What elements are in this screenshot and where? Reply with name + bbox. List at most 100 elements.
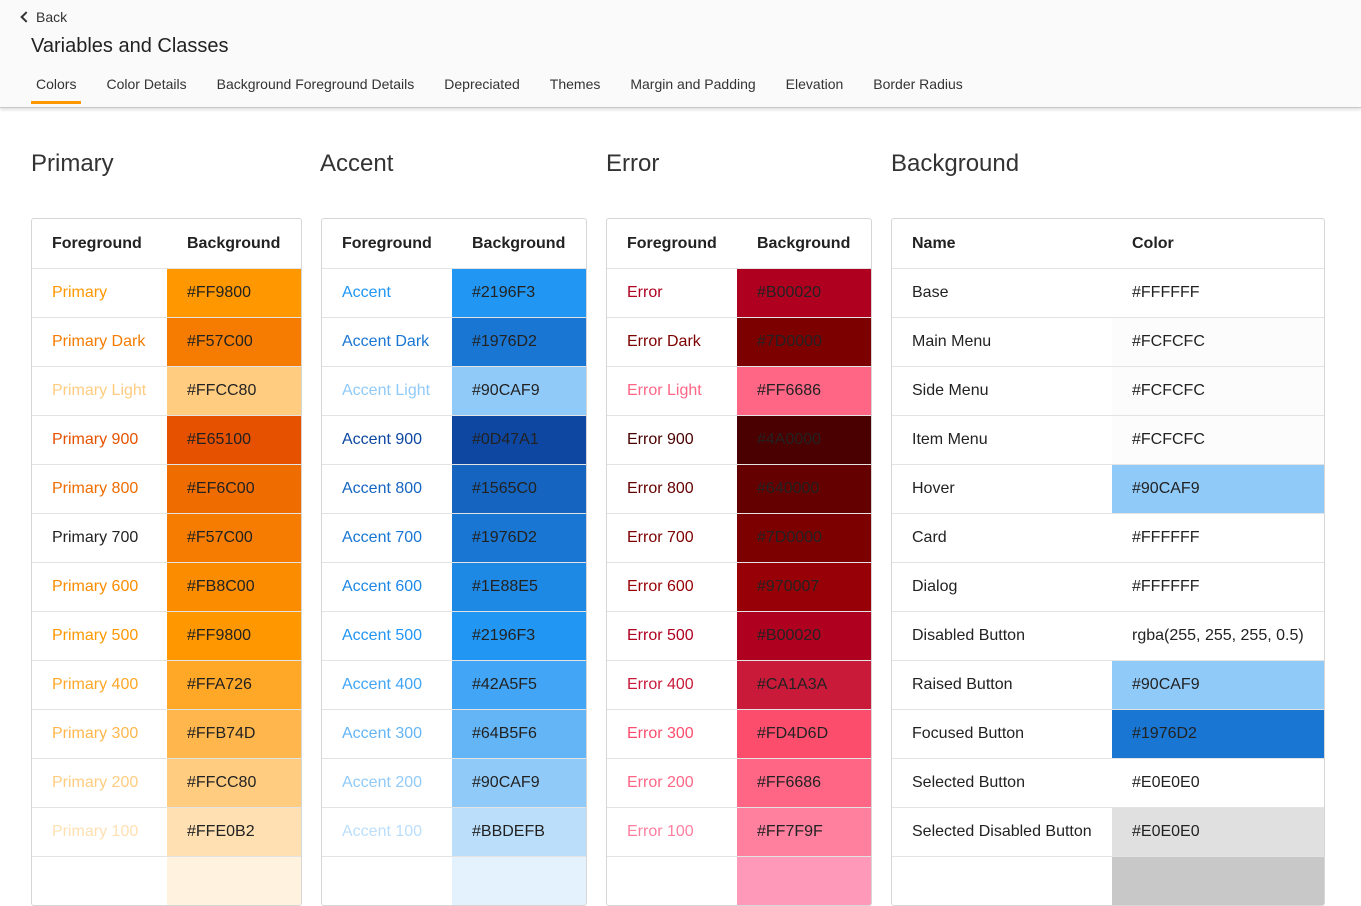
table-row: Disabled Button rgba(255, 255, 255, 0.5) (892, 611, 1324, 660)
accent-section-title: Accent (320, 150, 394, 177)
table-row: Primary 300 #FFB74D (32, 709, 301, 758)
table-row (32, 856, 301, 905)
color-swatch-cell: #1565C0 (452, 465, 586, 513)
column-header: Foreground (627, 234, 717, 252)
color-name-cell: Primary 400 (32, 661, 167, 709)
tab-elevation[interactable]: Elevation (781, 72, 849, 103)
table-row: Error Dark #7D0000 (607, 317, 871, 366)
tab-background-foreground-details[interactable]: Background Foreground Details (212, 72, 420, 103)
color-swatch-cell: #FF6686 (737, 367, 871, 415)
table-row: Error 900 #4A0000 (607, 415, 871, 464)
table-row: Error 800 #640000 (607, 464, 871, 513)
tab-bar: Colors Color Details Background Foreground… (31, 72, 988, 104)
color-name-cell (322, 857, 452, 905)
color-name-cell: Accent 900 (322, 416, 452, 464)
color-name-cell: Error Dark (607, 318, 737, 366)
table-row: Accent 800 #1565C0 (322, 464, 586, 513)
color-swatch-cell (1112, 857, 1324, 905)
color-name-cell: Raised Button (892, 661, 1112, 709)
table-row: Dialog #FFFFFF (892, 562, 1324, 611)
table-row: Accent 200 #90CAF9 (322, 758, 586, 807)
table-row: Error 700 #7D0000 (607, 513, 871, 562)
color-swatch-cell: #7D0000 (737, 318, 871, 366)
column-header: Background (472, 234, 566, 252)
tab-color-details[interactable]: Color Details (101, 72, 191, 103)
table-row: Primary 400 #FFA726 (32, 660, 301, 709)
tab-margin-and-padding[interactable]: Margin and Padding (625, 72, 760, 103)
color-swatch-cell: #FF7F9F (737, 808, 871, 856)
table-row: Error 600 #970007 (607, 562, 871, 611)
color-swatch-cell: #0D47A1 (452, 416, 586, 464)
table-row: Accent Dark #1976D2 (322, 317, 586, 366)
color-name-cell: Primary 900 (32, 416, 167, 464)
table-row: Main Menu #FCFCFC (892, 317, 1324, 366)
back-button[interactable]: Back (18, 8, 67, 26)
table-row: Side Menu #FCFCFC (892, 366, 1324, 415)
table-row: Error 300 #FD4D6D (607, 709, 871, 758)
color-name-cell (32, 857, 167, 905)
table-row: Primary #FF9800 (32, 268, 301, 317)
table-row: Accent #2196F3 (322, 268, 586, 317)
color-name-cell: Accent 600 (322, 563, 452, 611)
tab-themes[interactable]: Themes (545, 72, 606, 103)
color-name-cell: Accent 300 (322, 710, 452, 758)
chevron-left-icon (20, 11, 32, 23)
color-swatch-cell: #FFFFFF (1112, 563, 1324, 611)
color-name-cell: Accent (322, 269, 452, 317)
table-row: Primary Light #FFCC80 (32, 366, 301, 415)
page-title: Variables and Classes (31, 35, 229, 57)
color-swatch-cell: #1976D2 (1112, 710, 1324, 758)
color-swatch-cell: #640000 (737, 465, 871, 513)
background-color-table: Name Color Base #FFFFFF Main Menu #FCFCFC Side… (891, 218, 1325, 906)
tab-border-radius[interactable]: Border Radius (868, 72, 968, 103)
color-swatch-cell: #FFFFFF (1112, 269, 1324, 317)
accent-color-table: Foreground Background Accent #2196F3 Accent … (321, 218, 587, 906)
color-name-cell: Accent 700 (322, 514, 452, 562)
table-row: Accent 700 #1976D2 (322, 513, 586, 562)
color-swatch-cell: #90CAF9 (452, 759, 586, 807)
table-row: Accent 100 #BBDEFB (322, 807, 586, 856)
tab-depreciated[interactable]: Depreciated (439, 72, 525, 103)
color-name-cell: Main Menu (892, 318, 1112, 366)
color-name-cell: Error 200 (607, 759, 737, 807)
color-swatch-cell: #FCFCFC (1112, 416, 1324, 464)
column-header: Foreground (52, 234, 142, 252)
color-swatch-cell: #FD4D6D (737, 710, 871, 758)
column-header: Foreground (342, 234, 432, 252)
color-swatch-cell: #FCFCFC (1112, 318, 1324, 366)
color-name-cell: Primary 200 (32, 759, 167, 807)
color-swatch-cell: #90CAF9 (1112, 661, 1324, 709)
color-name-cell: Error 400 (607, 661, 737, 709)
color-swatch-cell: #2196F3 (452, 612, 586, 660)
color-swatch-cell (737, 857, 871, 905)
column-header: Name (912, 234, 956, 252)
color-swatch-cell: #7D0000 (737, 514, 871, 562)
color-name-cell: Error 100 (607, 808, 737, 856)
table-row: Primary Dark #F57C00 (32, 317, 301, 366)
color-swatch-cell: #EF6C00 (167, 465, 301, 513)
color-name-cell: Error 900 (607, 416, 737, 464)
table-row: Accent 900 #0D47A1 (322, 415, 586, 464)
table-row: Primary 600 #FB8C00 (32, 562, 301, 611)
color-swatch-cell: #FFA726 (167, 661, 301, 709)
color-swatch-cell: #1976D2 (452, 318, 586, 366)
color-swatch-cell: #2196F3 (452, 269, 586, 317)
table-row: Error 200 #FF6686 (607, 758, 871, 807)
color-swatch-cell: #4A0000 (737, 416, 871, 464)
color-name-cell (607, 857, 737, 905)
tab-colors[interactable]: Colors (31, 72, 82, 104)
color-name-cell: Error 600 (607, 563, 737, 611)
column-header: Color (1132, 234, 1174, 252)
back-label: Back (36, 9, 68, 25)
error-color-table: Foreground Background Error #B00020 Error Da… (606, 218, 872, 906)
color-name-cell: Error 700 (607, 514, 737, 562)
color-swatch-cell: #F57C00 (167, 514, 301, 562)
color-name-cell: Primary 700 (32, 514, 167, 562)
table-row: Error 100 #FF7F9F (607, 807, 871, 856)
color-swatch-cell: #FCFCFC (1112, 367, 1324, 415)
color-swatch-cell: #CA1A3A (737, 661, 871, 709)
color-name-cell: Accent 100 (322, 808, 452, 856)
color-name-cell: Accent 200 (322, 759, 452, 807)
color-swatch-cell: #B00020 (737, 269, 871, 317)
table-row: Accent Light #90CAF9 (322, 366, 586, 415)
